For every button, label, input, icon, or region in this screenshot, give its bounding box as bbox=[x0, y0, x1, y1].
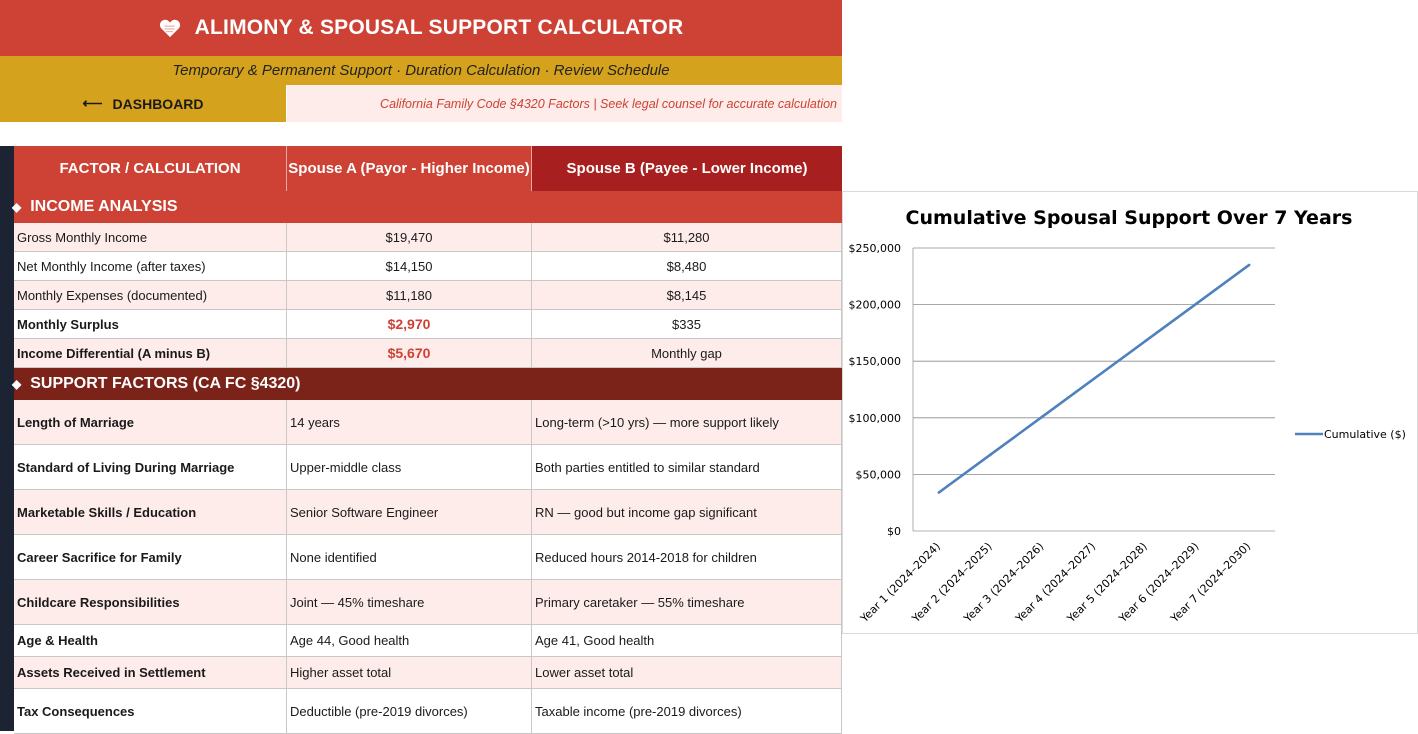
row-label: Career Sacrifice for Family bbox=[14, 535, 287, 579]
spouse-b-value[interactable]: $8,480 bbox=[532, 252, 842, 280]
table-row: Tax Consequences Deductible (pre-2019 di… bbox=[14, 689, 842, 734]
page-title: ALIMONY & SPOUSAL SUPPORT CALCULATOR bbox=[194, 16, 684, 39]
line-chart: Cumulative Spousal Support Over 7 Years … bbox=[849, 207, 1406, 626]
row-label: Length of Marriage bbox=[14, 400, 287, 444]
spouse-a-value[interactable]: Age 44, Good health bbox=[287, 625, 532, 656]
spouse-b-value: $335 bbox=[532, 310, 842, 338]
section-income: ◆ INCOME ANALYSIS bbox=[12, 191, 842, 223]
spreadsheet: ALIMONY & SPOUSAL SUPPORT CALCULATOR Tem… bbox=[0, 0, 842, 734]
spouse-b-value[interactable]: $8,145 bbox=[532, 281, 842, 309]
spouse-a-value[interactable]: Deductible (pre-2019 divorces) bbox=[287, 689, 532, 733]
y-tick-label: $200,000 bbox=[849, 299, 902, 312]
y-tick-label: $0 bbox=[887, 525, 901, 538]
table-row: Assets Received in Settlement Higher ass… bbox=[14, 657, 842, 689]
spouse-a-value[interactable]: 14 years bbox=[287, 400, 532, 444]
y-tick-label: $150,000 bbox=[849, 355, 902, 368]
row-label: Monthly Expenses (documented) bbox=[14, 281, 287, 309]
spouse-a-value[interactable]: $19,470 bbox=[287, 223, 532, 251]
data-point bbox=[1247, 263, 1251, 267]
spouse-b-value[interactable]: Age 41, Good health bbox=[532, 625, 842, 656]
left-accent-strip bbox=[0, 146, 14, 731]
section-title: INCOME ANALYSIS bbox=[30, 198, 178, 215]
spouse-a-value[interactable]: Higher asset total bbox=[287, 657, 532, 688]
spouse-b-value[interactable]: $11,280 bbox=[532, 223, 842, 251]
dashboard-button[interactable]: ⟵ DASHBOARD bbox=[0, 85, 286, 122]
table-row: Monthly Surplus $2,970 $335 bbox=[14, 310, 842, 339]
table-row: Gross Monthly Income $19,470 $11,280 bbox=[14, 223, 842, 252]
column-header-spouse-a: Spouse A (Payor - Higher Income) bbox=[287, 146, 532, 191]
dashboard-label: DASHBOARD bbox=[112, 95, 204, 112]
y-tick-label: $50,000 bbox=[856, 468, 902, 481]
spouse-b-value[interactable]: Long-term (>10 yrs) — more support likel… bbox=[532, 400, 842, 444]
spouse-a-value[interactable]: None identified bbox=[287, 535, 532, 579]
legend-label: Cumulative ($) bbox=[1324, 428, 1406, 441]
row-label: Gross Monthly Income bbox=[14, 223, 287, 251]
table-row: Age & Health Age 44, Good health Age 41,… bbox=[14, 625, 842, 657]
spouse-a-value[interactable]: $11,180 bbox=[287, 281, 532, 309]
row-label: Age & Health bbox=[14, 625, 287, 656]
table-row: Net Monthly Income (after taxes) $14,150… bbox=[14, 252, 842, 281]
page-subtitle: Temporary & Permanent Support · Duration… bbox=[0, 56, 842, 85]
spouse-a-value[interactable]: Upper-middle class bbox=[287, 445, 532, 489]
row-label: Childcare Responsibilities bbox=[14, 580, 287, 624]
table-row: Income Differential (A minus B) $5,670 M… bbox=[14, 339, 842, 368]
data-point bbox=[1092, 377, 1096, 381]
row-label: Assets Received in Settlement bbox=[14, 657, 287, 688]
data-point bbox=[1040, 415, 1044, 418]
row-label: Income Differential (A minus B) bbox=[14, 339, 287, 367]
column-header-spouse-b: Spouse B (Payee - Lower Income) bbox=[532, 146, 842, 191]
table-row: Standard of Living During Marriage Upper… bbox=[14, 445, 842, 490]
row-label: Tax Consequences bbox=[14, 689, 287, 733]
chart-panel[interactable]: Cumulative Spousal Support Over 7 Years … bbox=[842, 191, 1418, 634]
spouse-b-value[interactable]: Lower asset total bbox=[532, 657, 842, 688]
table-header: FACTOR / CALCULATION Spouse A (Payor - H… bbox=[14, 146, 842, 191]
title-bar: ALIMONY & SPOUSAL SUPPORT CALCULATOR bbox=[0, 0, 842, 56]
heart-icon bbox=[159, 19, 180, 38]
row-label: Net Monthly Income (after taxes) bbox=[14, 252, 287, 280]
spouse-b-value[interactable]: Taxable income (pre-2019 divorces) bbox=[532, 689, 842, 733]
spouse-a-value[interactable]: Joint — 45% timeshare bbox=[287, 580, 532, 624]
table-row: Childcare Responsibilities Joint — 45% t… bbox=[14, 580, 842, 625]
table-row: Length of Marriage 14 years Long-term (>… bbox=[14, 400, 842, 445]
row-label: Marketable Skills / Education bbox=[14, 490, 287, 534]
spouse-a-value[interactable]: Senior Software Engineer bbox=[287, 490, 532, 534]
row-label: Monthly Surplus bbox=[14, 310, 287, 338]
spouse-a-value: $5,670 bbox=[287, 339, 532, 367]
y-tick-label: $100,000 bbox=[849, 412, 902, 425]
row-label: Standard of Living During Marriage bbox=[14, 445, 287, 489]
diamond-icon: ◆ bbox=[12, 200, 22, 214]
spouse-a-value: $2,970 bbox=[287, 310, 532, 338]
table-row: Marketable Skills / Education Senior Sof… bbox=[14, 490, 842, 535]
data-point bbox=[989, 453, 992, 456]
spouse-b-value[interactable]: RN — good but income gap significant bbox=[532, 490, 842, 534]
legal-notice: California Family Code §4320 Factors | S… bbox=[287, 85, 842, 122]
spouse-b-value[interactable]: Primary caretaker — 55% timeshare bbox=[532, 580, 842, 624]
spouse-b-value: Monthly gap bbox=[532, 339, 842, 367]
diamond-icon: ◆ bbox=[12, 377, 22, 391]
section-support-factors: ◆ SUPPORT FACTORS (CA FC §4320) bbox=[12, 368, 842, 400]
column-header-factor: FACTOR / CALCULATION bbox=[14, 146, 287, 191]
data-point bbox=[937, 491, 941, 494]
data-point bbox=[1144, 339, 1148, 343]
spouse-a-value[interactable]: $14,150 bbox=[287, 252, 532, 280]
spouse-b-value[interactable]: Reduced hours 2014-2018 for children bbox=[532, 535, 842, 579]
table-row: Career Sacrifice for Family None identif… bbox=[14, 535, 842, 580]
data-point bbox=[1196, 301, 1199, 305]
section-title: SUPPORT FACTORS (CA FC §4320) bbox=[30, 375, 301, 392]
y-tick-label: $250,000 bbox=[849, 242, 902, 255]
table-row: Monthly Expenses (documented) $11,180 $8… bbox=[14, 281, 842, 310]
spouse-b-value[interactable]: Both parties entitled to similar standar… bbox=[532, 445, 842, 489]
arrow-left-icon: ⟵ bbox=[82, 95, 103, 111]
chart-title: Cumulative Spousal Support Over 7 Years bbox=[906, 207, 1353, 229]
